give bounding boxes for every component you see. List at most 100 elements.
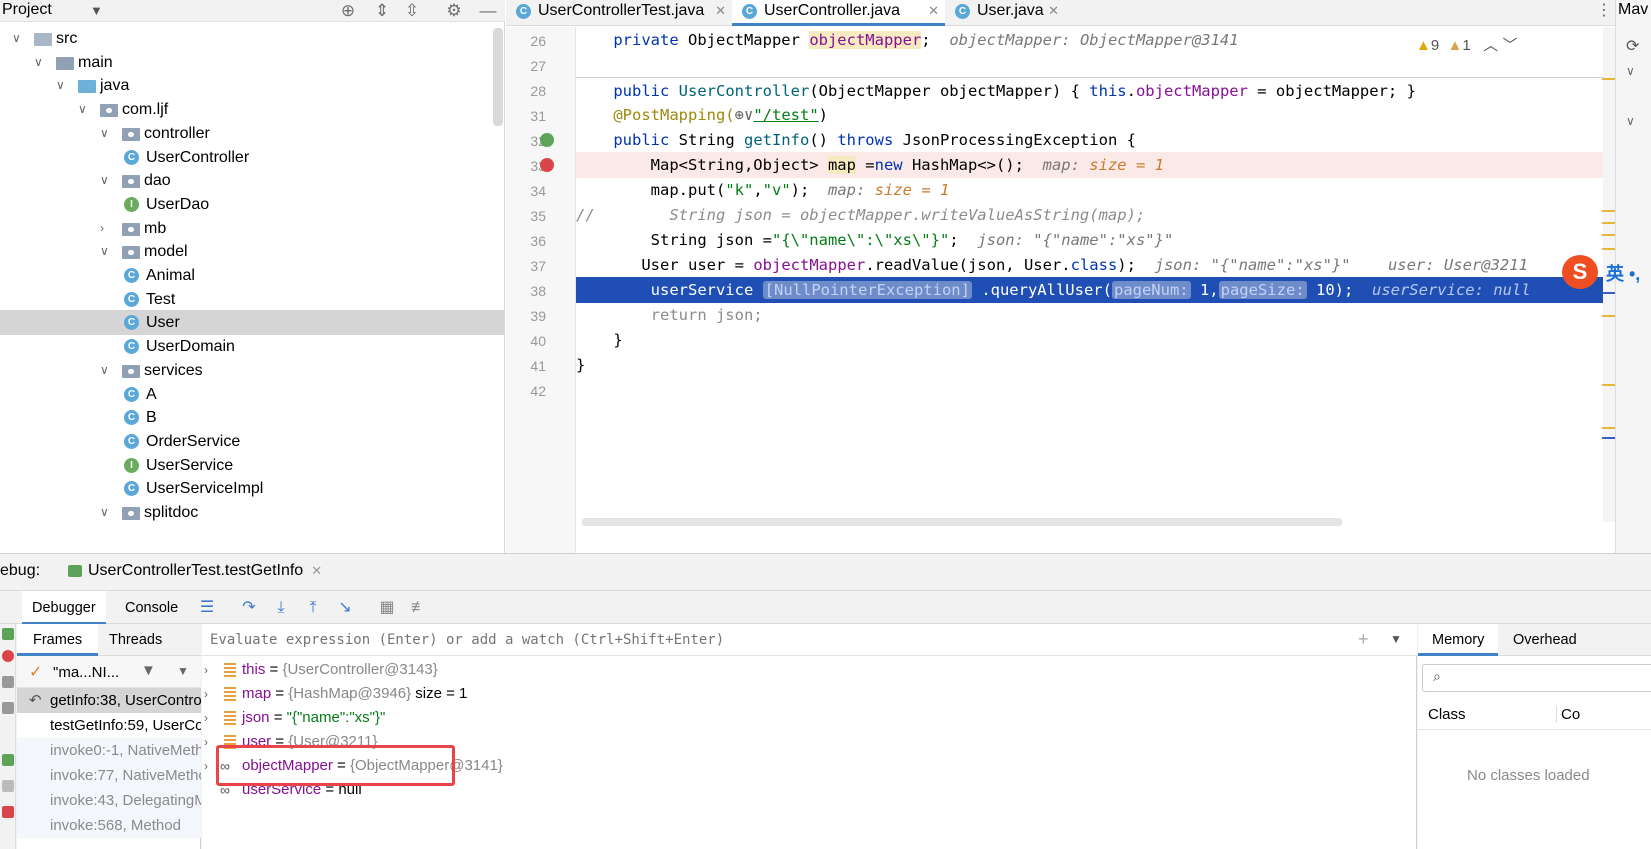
tree-item[interactable]: I UserService (0, 453, 505, 478)
column-count[interactable]: Co (1556, 706, 1580, 723)
tree-item[interactable]: ∨ dao (0, 168, 505, 193)
code-line-42[interactable] (576, 377, 1615, 403)
code-line-38-execution-point[interactable]: userService [NullPointerException] .quer… (576, 277, 1615, 303)
code-line-35[interactable]: // String json = objectMapper.writeValue… (576, 202, 1615, 228)
tree-item[interactable]: ∨ src (0, 26, 505, 51)
chevron-right-icon[interactable]: › (100, 216, 114, 241)
error-stripe-mark[interactable] (1602, 222, 1616, 224)
chevron-down-icon[interactable]: ∨ (100, 121, 114, 146)
close-icon[interactable]: ✕ (311, 563, 322, 578)
tree-item[interactable]: ∨ splitdoc (0, 500, 505, 525)
frame-row[interactable]: invoke:77, NativeMethodAccessorImpl (17, 763, 201, 788)
tree-item[interactable]: C OrderService (0, 429, 505, 454)
tree-item[interactable]: ∨ model (0, 239, 505, 264)
tree-item[interactable]: › mb (0, 216, 505, 241)
ime-indicator[interactable]: S 英 •, (1562, 255, 1651, 289)
tab-debugger[interactable]: Debugger (22, 591, 106, 625)
pause-icon[interactable] (2, 780, 14, 792)
chevron-down-icon[interactable]: ∨ (34, 50, 48, 75)
chevron-down-icon[interactable]: ﹀ (1502, 37, 1517, 54)
tree-item[interactable]: CA (0, 382, 505, 407)
stop-icon[interactable] (2, 650, 14, 662)
frame-row[interactable]: invoke:43, DelegatingMethodAccessorImpl (17, 788, 201, 813)
chevron-right-icon[interactable]: › (204, 706, 218, 730)
tree-scrollbar[interactable] (493, 28, 503, 126)
tab-threads[interactable]: Threads (93, 624, 178, 656)
gear-icon[interactable]: ⚙ (442, 0, 466, 22)
memory-search-input[interactable]: ⌕ (1422, 664, 1651, 692)
tab-overhead[interactable]: Overhead (1499, 624, 1591, 656)
tree-item[interactable]: ∨ main (0, 50, 505, 75)
evaluate-icon[interactable]: ▦ (376, 597, 398, 619)
project-title[interactable]: Project (2, 1, 52, 19)
frame-row[interactable]: testGetInfo:59, UserControllerTest (17, 713, 201, 738)
close-icon[interactable]: ✕ (1048, 0, 1059, 22)
breakpoint-icon[interactable] (540, 158, 554, 172)
locate-icon[interactable]: ⊕ (336, 0, 360, 22)
error-stripe-mark[interactable] (1602, 315, 1616, 317)
tab-console[interactable]: Console (115, 591, 188, 625)
frame-row[interactable]: invoke:568, Method (17, 813, 201, 838)
tree-item[interactable]: C Animal (0, 263, 505, 288)
resume-icon[interactable] (2, 628, 14, 640)
chevron-down-icon[interactable]: ▼ (90, 3, 103, 18)
run-to-cursor-icon[interactable]: ↘ (334, 597, 356, 619)
step-over-icon[interactable]: ↷ (238, 597, 260, 619)
code-line-32[interactable]: public String getInfo() throws JsonProce… (576, 127, 1615, 153)
chevron-down-icon[interactable]: ∨ (78, 97, 92, 122)
code-line-27[interactable] (576, 52, 1615, 78)
variable-row[interactable]: › json = "{"name":"xs"}" (202, 706, 1417, 730)
code-line-40[interactable]: } (576, 327, 1615, 353)
column-class[interactable]: Class (1428, 706, 1466, 723)
code-line-36[interactable]: String json ="{\"name\":\"xs\"}"; json: … (576, 227, 1615, 253)
error-stripe-mark[interactable] (1602, 427, 1616, 429)
settings-icon[interactable] (2, 702, 14, 714)
tree-item[interactable]: I UserDao (0, 192, 505, 217)
globe-icon[interactable]: ⊕∨ (735, 106, 754, 124)
maven-title[interactable]: Mav (1618, 1, 1648, 19)
chevron-down-icon[interactable]: ∨ (1626, 114, 1635, 128)
tree-item[interactable]: C UserController (0, 145, 505, 170)
tab-usercontroller[interactable]: C UserController.java ✕ (732, 0, 945, 26)
chevron-right-icon[interactable]: › (204, 658, 218, 682)
chevron-down-icon[interactable]: ∨ (12, 26, 26, 51)
tree-item[interactable]: ∨ com.ljf (0, 97, 505, 122)
tree-item[interactable]: C User (0, 310, 505, 336)
error-stripe-mark[interactable] (1602, 234, 1616, 236)
code-line-33[interactable]: Map<String,Object> map =new HashMap<>();… (576, 152, 1615, 178)
code-line-28[interactable]: public UserController(ObjectMapper objec… (576, 77, 1615, 103)
chevron-down-icon[interactable]: ▼ (177, 664, 189, 678)
chevron-right-icon[interactable]: › (204, 682, 218, 706)
tree-item[interactable]: ∨ controller (0, 121, 505, 146)
chevron-down-icon[interactable]: ∨ (56, 73, 70, 98)
code-line-31[interactable]: @PostMapping(⊕∨"/test") (576, 102, 1615, 128)
layout-icon[interactable]: ☰ (196, 597, 218, 619)
error-stripe-mark[interactable] (1602, 248, 1616, 250)
code-line-34[interactable]: map.put("k","v"); map: size = 1 (576, 177, 1615, 203)
tree-item[interactable]: C Test (0, 287, 505, 312)
frame-row[interactable]: invoke0:-1, NativeMethodAccessorImpl (17, 738, 201, 763)
code-line-41[interactable]: } (576, 352, 1615, 378)
thread-selector[interactable]: ✓ "ma...NI... ▼ ▼ (17, 656, 201, 688)
view-breakpoints-icon[interactable] (2, 676, 14, 688)
chevron-up-icon[interactable]: ︿ (1483, 37, 1498, 54)
tree-item[interactable]: CB (0, 405, 505, 430)
error-stripe-mark[interactable] (1602, 210, 1616, 212)
chevron-down-icon[interactable]: ∨ (1626, 64, 1635, 78)
evaluate-expression-input[interactable] (210, 630, 1340, 650)
tab-usercontrollertest[interactable]: C UserControllerTest.java ✕ (506, 0, 732, 26)
stop-square-icon[interactable] (2, 806, 14, 818)
tab-frames[interactable]: Frames (17, 624, 99, 656)
add-watch-icon[interactable]: + (1358, 629, 1369, 650)
filter-icon[interactable]: ▼ (141, 662, 156, 679)
more-icon[interactable]: ⋮ (1594, 0, 1614, 26)
error-stripe-mark[interactable] (1602, 292, 1616, 294)
refresh-icon[interactable]: ⟳ (1626, 36, 1639, 56)
tree-item[interactable]: ∨ java (0, 73, 505, 98)
editor-horizontal-scrollbar[interactable] (582, 518, 1342, 526)
chevron-down-icon[interactable]: ∨ (100, 358, 114, 383)
hide-icon[interactable]: — (476, 0, 500, 22)
error-stripe-mark[interactable] (1602, 384, 1616, 386)
code-line-37[interactable]: User user = objectMapper.readValue(json,… (576, 252, 1615, 278)
close-icon[interactable]: ✕ (928, 0, 939, 22)
